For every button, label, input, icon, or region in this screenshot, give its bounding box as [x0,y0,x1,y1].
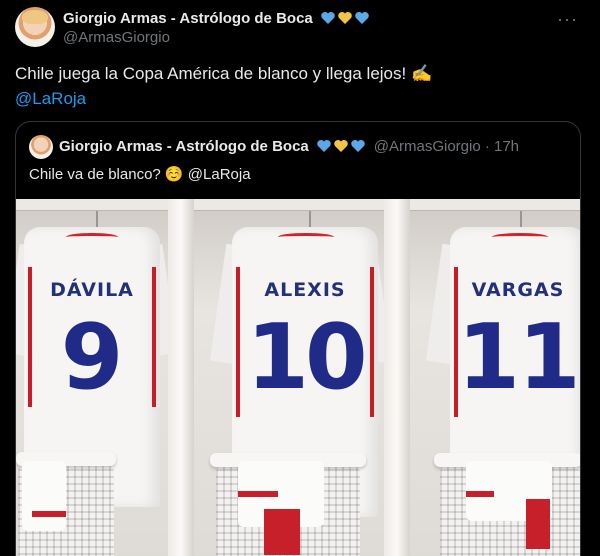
author-handle[interactable]: @ArmasGiorgio [63,29,170,46]
quoted-text-row: Chile va de blanco? ☺️ @LaRoja [29,165,251,183]
locker-panel: VARGAS 11 [410,199,580,556]
jersey-number: 10 [246,305,367,410]
jersey-player-name: DÁVILA [50,279,134,301]
jersey-number: 11 [457,305,580,410]
quoted-author-avatar [29,135,53,159]
locker-divider [168,199,194,556]
quoted-handle-time: @ArmasGiorgio · 17h [373,137,520,155]
quoted-mention: @LaRoja [187,166,251,183]
author-name[interactable]: Giorgio Armas - Astrólogo de Boca [63,10,313,27]
yellow-heart-icon [338,12,352,24]
blue-heart-icon [351,140,365,152]
jersey-player-name: ALEXIS [264,279,346,301]
tweet-text: Chile juega la Copa América de blanco y … [15,64,433,83]
locker-divider [384,199,410,556]
locker-panel: DÁVILA 9 [16,199,178,556]
quoted-tweet-card[interactable]: Giorgio Armas - Astrólogo de Boca @Armas… [15,121,581,556]
blue-heart-icon [355,12,369,24]
quoted-text: Chile va de blanco? ☺️ [29,166,184,183]
locker-panel: ALEXIS 10 [194,199,393,556]
quoted-header: Giorgio Armas - Astrólogo de Boca @Armas… [59,136,519,156]
author-name-row: Giorgio Armas - Astrólogo de Boca [63,8,370,28]
jersey-number: 9 [60,305,124,410]
yellow-heart-icon [334,140,348,152]
quoted-author-name: Giorgio Armas - Astrólogo de Boca [59,137,309,155]
blue-heart-icon [317,140,331,152]
tweet-mention-link[interactable]: @LaRoja [15,89,86,109]
jersey-player-name: VARGAS [471,279,565,301]
author-avatar[interactable] [15,7,55,47]
quoted-emoji-badges [316,138,366,154]
more-options-icon[interactable]: ··· [557,9,578,30]
jerseys-photo[interactable]: DÁVILA 9 ALEXIS 10 VARGAS 11 [16,199,580,556]
blue-heart-icon [321,12,335,24]
tweet: Giorgio Armas - Astrólogo de Boca @Armas… [0,0,600,556]
name-emoji-badges [320,10,370,26]
